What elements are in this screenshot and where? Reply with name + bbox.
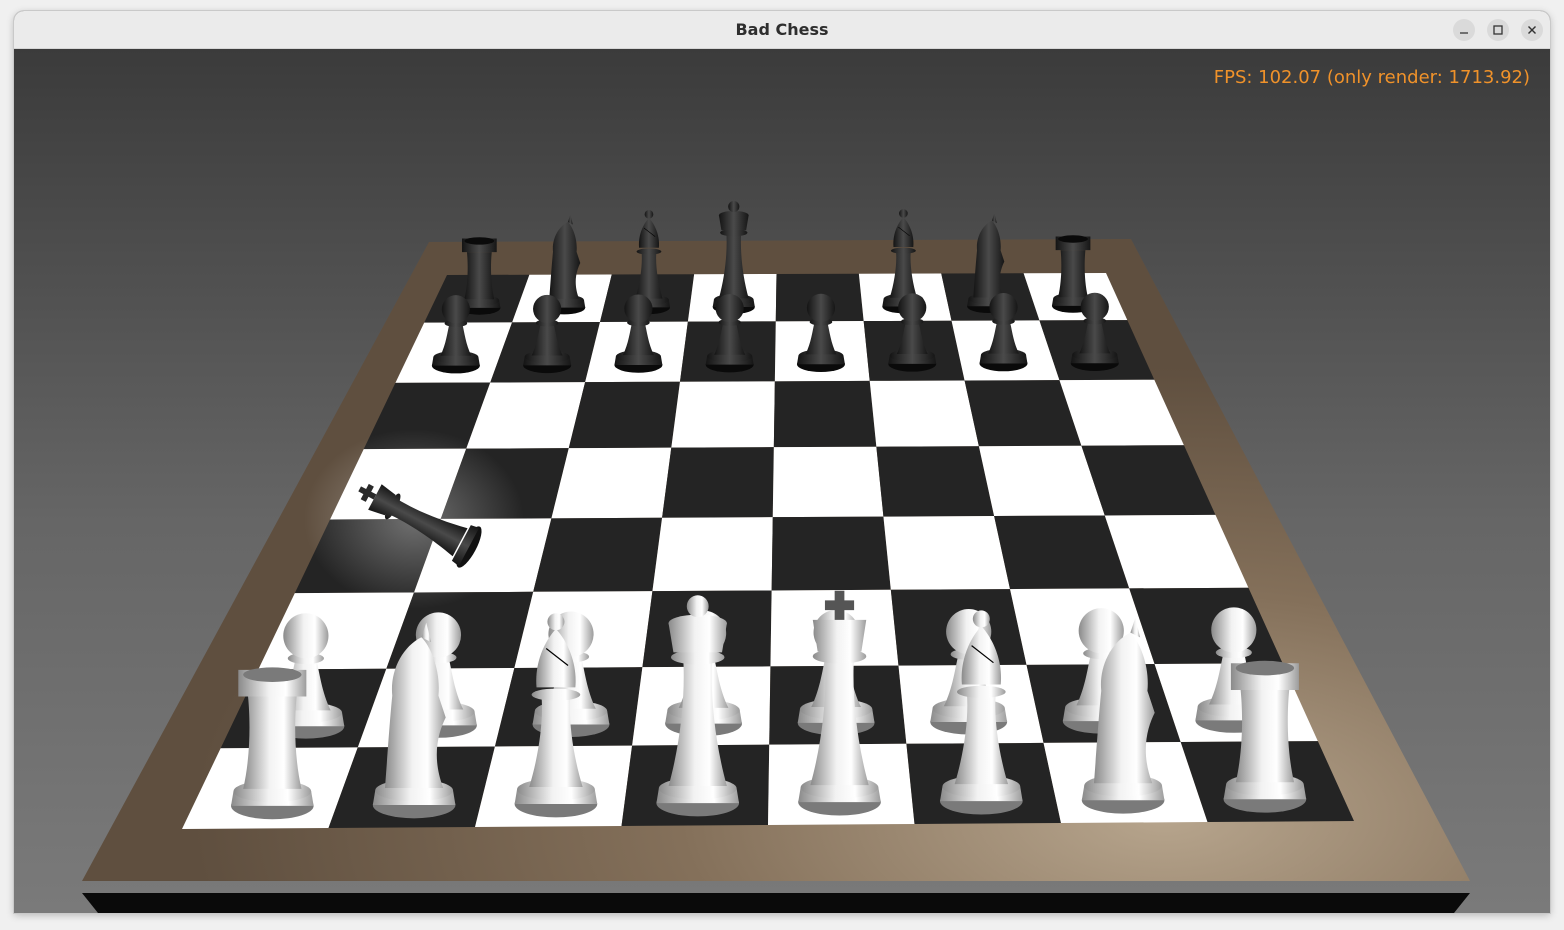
maximize-button[interactable]	[1487, 19, 1509, 41]
chess-scene[interactable]	[14, 49, 1550, 913]
board-square[interactable]	[533, 517, 663, 592]
window-title: Bad Chess	[735, 20, 829, 39]
board-square[interactable]	[771, 516, 891, 591]
minimize-icon	[1460, 32, 1468, 34]
board-square[interactable]	[671, 381, 775, 448]
board-square[interactable]	[883, 516, 1011, 590]
board-square[interactable]	[652, 517, 773, 592]
board-square[interactable]	[568, 381, 680, 449]
board-square[interactable]	[876, 446, 995, 517]
app-window: Bad Chess FPS: 102.07 (only render: 1713…	[14, 11, 1550, 913]
title-bar[interactable]: Bad Chess	[14, 11, 1550, 49]
maximize-icon	[1493, 25, 1503, 35]
fps-counter: FPS: 102.07 (only render: 1713.92)	[1213, 67, 1530, 88]
board-square[interactable]	[869, 380, 979, 447]
close-icon	[1528, 26, 1536, 34]
game-viewport[interactable]: FPS: 102.07 (only render: 1713.92)	[14, 49, 1550, 913]
minimize-button[interactable]	[1453, 19, 1475, 41]
board-square[interactable]	[662, 447, 774, 518]
board-square[interactable]	[551, 447, 672, 519]
board-square[interactable]	[772, 446, 884, 518]
board-square[interactable]	[773, 380, 877, 448]
board-frame-bottom-edge	[82, 893, 1470, 913]
close-button[interactable]	[1521, 19, 1543, 41]
